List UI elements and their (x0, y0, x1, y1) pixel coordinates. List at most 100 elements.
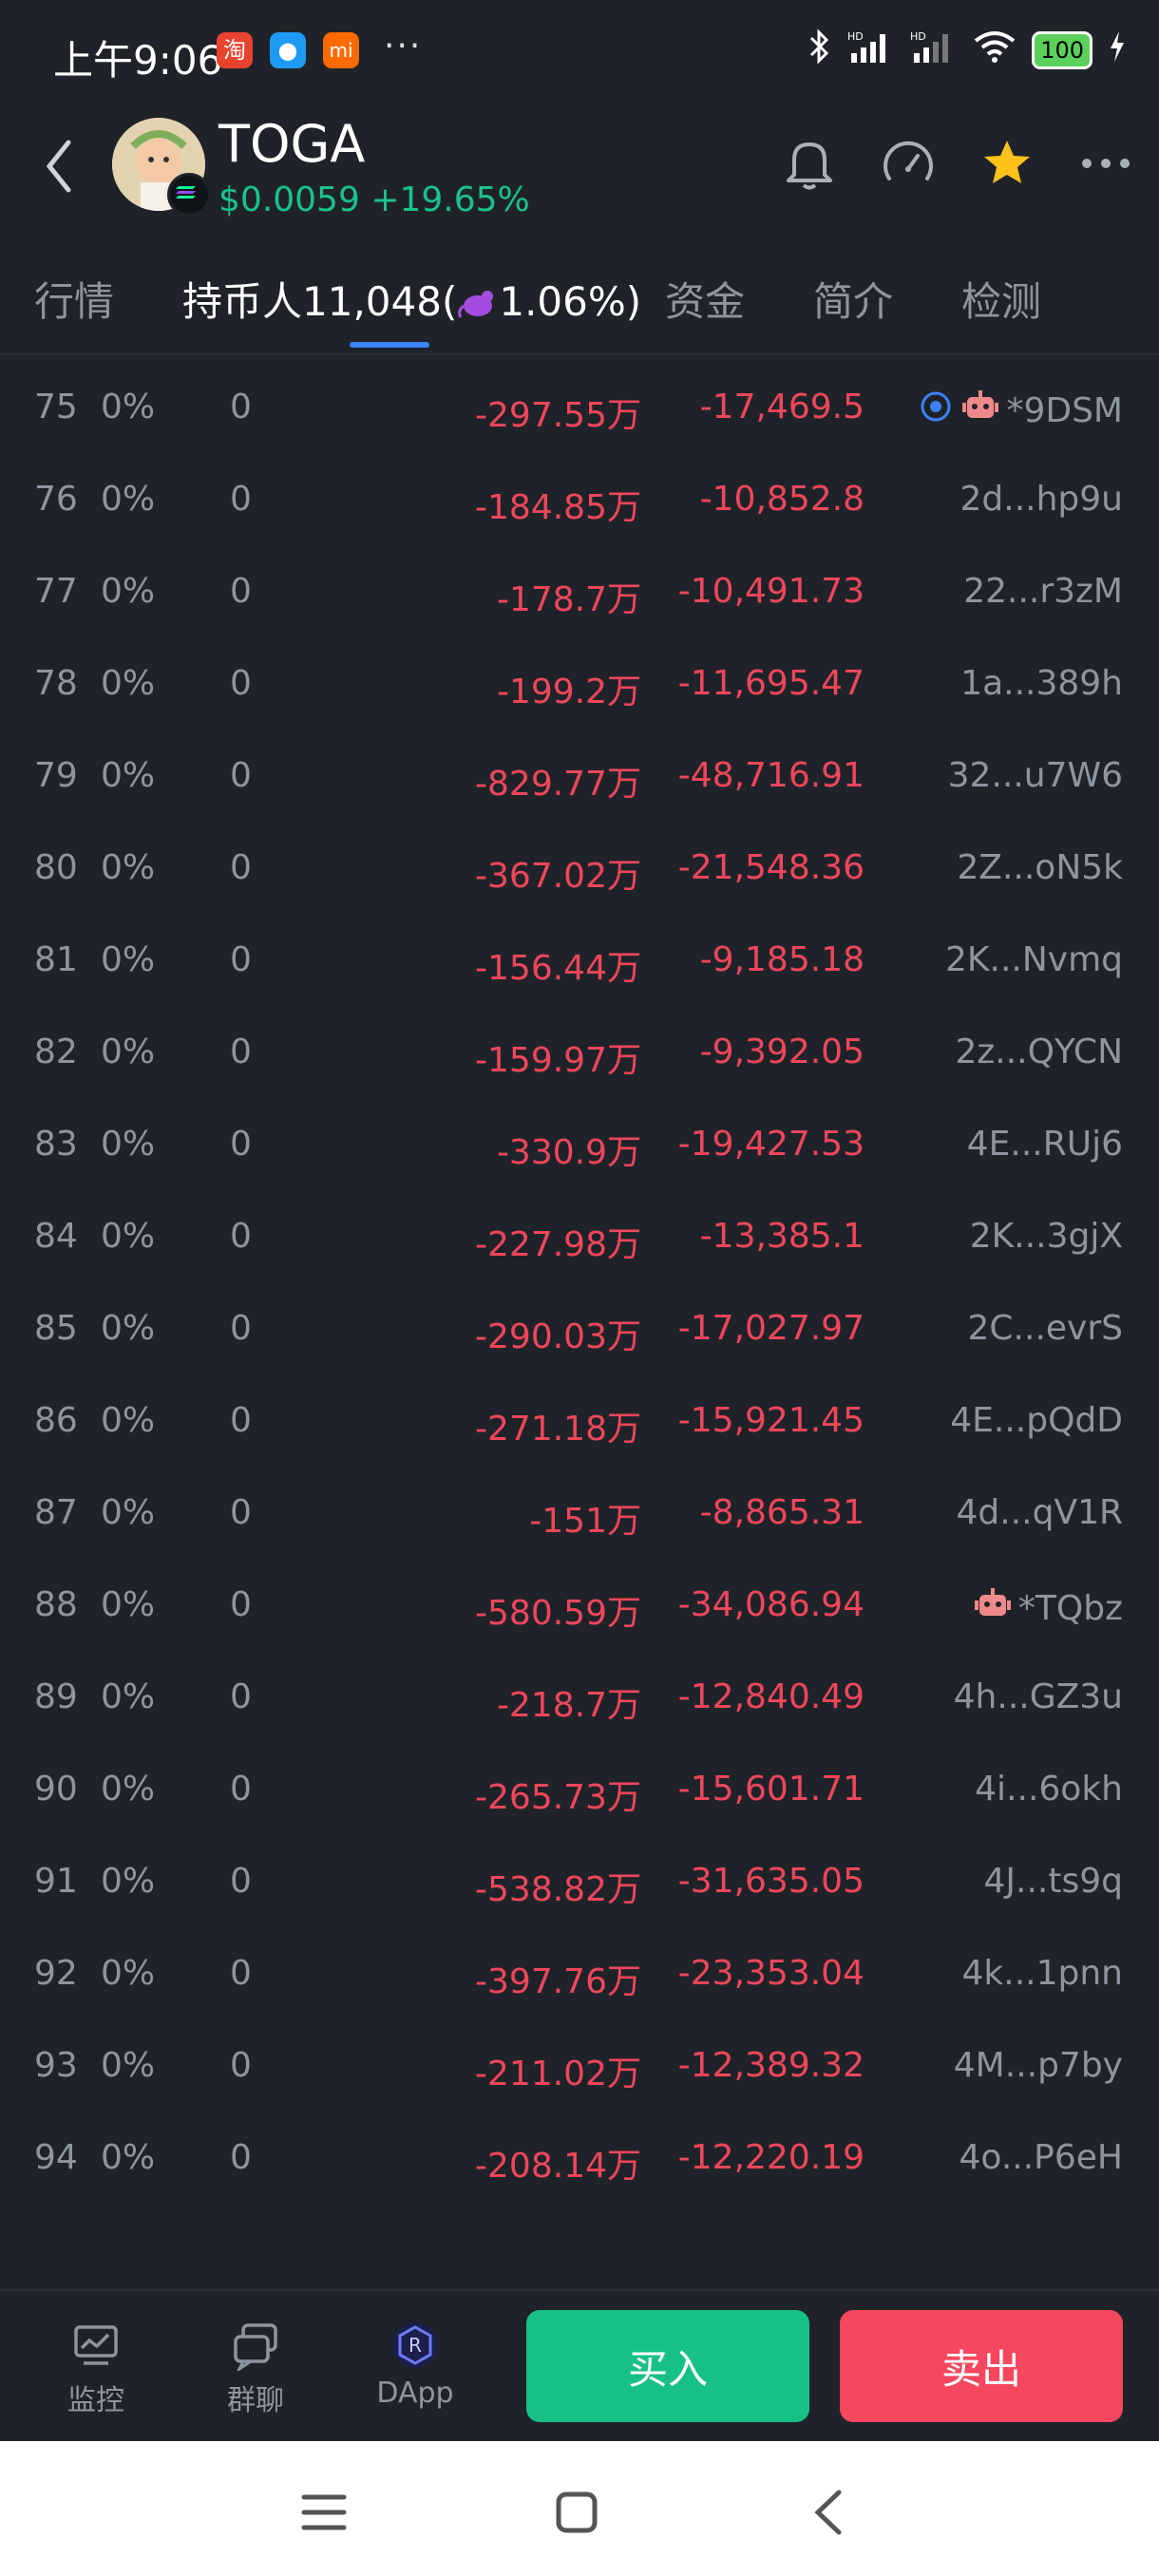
signal-icon-2: HD (910, 28, 958, 71)
table-row[interactable]: 87 0% 0 -151万 -8,865.31 4d...qV1R (0, 1468, 1159, 1561)
holder-pnl-usd: -11,695.47 (677, 664, 864, 703)
table-row[interactable]: 90 0% 0 -265.73万 -15,601.71 4i...6okh (0, 1745, 1159, 1837)
table-row[interactable]: 88 0% 0 -580.59万 -34,086.94 *TQbz (0, 1561, 1159, 1653)
holder-address-text: 2K...3gjX (969, 1217, 1123, 1256)
holder-amount: 0 (230, 480, 252, 519)
holder-percent: 0% (101, 388, 156, 426)
table-row[interactable]: 89 0% 0 -218.7万 -12,840.49 4h...GZ3u (0, 1653, 1159, 1745)
bell-icon[interactable] (779, 133, 840, 194)
holder-amount: 0 (230, 1862, 252, 1901)
holder-rank: 82 (34, 1032, 78, 1071)
more-menu-icon[interactable] (1075, 133, 1136, 194)
holder-pnl-total: -199.2万 (496, 672, 641, 711)
holder-rank: 88 (34, 1585, 78, 1624)
table-row[interactable]: 93 0% 0 -211.02万 -12,389.32 4M...p7by (0, 2021, 1159, 2113)
holder-address: 22...r3zM (963, 572, 1123, 611)
holder-rank: 79 (34, 756, 78, 795)
holder-address: 1a...389h (960, 664, 1123, 703)
table-row[interactable]: 76 0% 0 -184.85万 -10,852.8 2d...hp9u (0, 455, 1159, 547)
holder-pnl-usd: -12,220.19 (677, 2138, 864, 2177)
holder-percent: 0% (101, 1677, 156, 1716)
tab-funds[interactable]: 资金 (665, 270, 745, 328)
recents-menu-icon[interactable] (291, 2479, 357, 2546)
holder-pnl-usd: -10,852.8 (699, 480, 864, 519)
sell-button[interactable]: 卖出 (840, 2310, 1123, 2422)
table-row[interactable]: 91 0% 0 -538.82万 -31,635.05 4J...ts9q (0, 1837, 1159, 1929)
nav-group-chat[interactable]: 群聊 (203, 2320, 308, 2418)
table-row[interactable]: 85 0% 0 -290.03万 -17,027.97 2C...evrS (0, 1284, 1159, 1376)
holder-pnl-usd: -8,865.31 (699, 1493, 864, 1532)
holder-amount: 0 (230, 940, 252, 979)
holder-address-text: 32...u7W6 (947, 756, 1123, 795)
holder-pnl-usd: -19,427.53 (677, 1125, 864, 1164)
home-square-icon[interactable] (543, 2479, 610, 2546)
tab-check[interactable]: 检测 (961, 270, 1041, 328)
table-row[interactable]: 83 0% 0 -330.9万 -19,427.53 4E...RUj6 (0, 1100, 1159, 1192)
table-row[interactable]: 78 0% 0 -199.2万 -11,695.47 1a...389h (0, 639, 1159, 731)
holder-rank: 83 (34, 1125, 78, 1164)
holder-address: 4M...p7by (954, 2046, 1123, 2085)
tab-market[interactable]: 行情 (34, 270, 114, 328)
holder-address-text: 2Z...oN5k (957, 848, 1123, 887)
holder-percent: 0% (101, 1401, 156, 1440)
token-header: TOGA $0.0059 +19.65% (0, 104, 1159, 228)
table-row[interactable]: 92 0% 0 -397.76万 -23,353.04 4k...1pnn (0, 1929, 1159, 2021)
table-row[interactable]: 82 0% 0 -159.97万 -9,392.05 2z...QYCN (0, 1008, 1159, 1100)
back-button[interactable] (36, 133, 84, 199)
bot-icon (973, 1585, 1013, 1632)
holder-rank: 81 (34, 940, 78, 979)
holder-rank: 84 (34, 1217, 78, 1256)
token-price-line: $0.0059 +19.65% (218, 180, 530, 219)
table-row[interactable]: 77 0% 0 -178.7万 -10,491.73 22...r3zM (0, 547, 1159, 639)
table-row[interactable]: 81 0% 0 -156.44万 -9,185.18 2K...Nvmq (0, 916, 1159, 1008)
holder-pnl-total: -159.97万 (475, 1041, 641, 1080)
token-price-change: +19.65% (370, 180, 530, 219)
holder-amount: 0 (230, 1401, 252, 1440)
holder-amount: 0 (230, 756, 252, 795)
tab-holders-label: 持币人11,048( (182, 278, 458, 325)
rat-icon (457, 278, 499, 325)
holder-pnl-total: -265.73万 (475, 1778, 641, 1817)
holder-address: 4h...GZ3u (954, 1677, 1123, 1716)
holder-address-text: 2z...QYCN (955, 1032, 1123, 1071)
table-row[interactable]: 75 0% 0 -297.55万 -17,469.5 *9DSM (0, 363, 1159, 455)
holder-pnl-total: -538.82万 (475, 1870, 641, 1909)
holder-address: 32...u7W6 (948, 756, 1123, 795)
dapp-icon: R (390, 2320, 441, 2371)
holder-pnl-total: -151万 (529, 1502, 641, 1541)
table-row[interactable]: 84 0% 0 -227.98万 -13,385.1 2K...3gjX (0, 1192, 1159, 1284)
holder-pnl-total: -330.9万 (496, 1133, 641, 1172)
table-row[interactable]: 80 0% 0 -367.02万 -21,548.36 2Z...oN5k (0, 824, 1159, 916)
monitor-icon (70, 2320, 122, 2371)
holders-list: 75 0% 0 -297.55万 -17,469.5 *9DSM 76 0% 0 -184.85万… (0, 363, 1159, 2225)
nav-monitor[interactable]: 监控 (44, 2320, 148, 2418)
buy-button[interactable]: 买入 (526, 2310, 809, 2422)
table-row[interactable]: 79 0% 0 -829.77万 -48,716.91 32...u7W6 (0, 731, 1159, 824)
svg-text:HD: HD (910, 30, 926, 43)
holder-address: 4k...1pnn (962, 1954, 1123, 1993)
holder-address: 4E...RUj6 (967, 1125, 1123, 1164)
holder-amount: 0 (230, 1585, 252, 1624)
holder-amount: 0 (230, 1217, 252, 1256)
nav-dapp[interactable]: R DApp (363, 2320, 467, 2410)
holder-pnl-usd: -34,086.94 (677, 1585, 864, 1624)
table-row[interactable]: 86 0% 0 -271.18万 -15,921.45 4E...pQdD (0, 1376, 1159, 1468)
signal-icon-1: HD (847, 28, 895, 71)
bot-icon (960, 388, 1000, 434)
holder-pnl-usd: -13,385.1 (699, 1217, 864, 1256)
tab-holders[interactable]: 持币人11,048(1.06%) (182, 270, 641, 328)
solana-chain-icon (167, 173, 211, 217)
holder-address: 4i...6okh (975, 1770, 1123, 1809)
table-row[interactable]: 94 0% 0 -208.14万 -12,220.19 4o...P6eH (0, 2113, 1159, 2206)
holder-amount: 0 (230, 2138, 252, 2177)
holder-pnl-usd: -17,027.97 (677, 1309, 864, 1348)
favorite-star-icon[interactable] (977, 133, 1037, 194)
holder-address-text: 4o...P6eH (959, 2138, 1123, 2177)
holder-address-text: 2d...hp9u (960, 480, 1123, 519)
table-row[interactable]: 950%0-1,052.08万-61,768.334o...Fj22 (0, 2206, 1159, 2225)
gauge-icon[interactable] (878, 133, 939, 194)
holder-pnl-total: -290.03万 (475, 1317, 641, 1356)
system-back-icon[interactable] (796, 2479, 863, 2546)
tab-intro[interactable]: 简介 (813, 270, 893, 328)
holder-amount: 0 (230, 1677, 252, 1716)
